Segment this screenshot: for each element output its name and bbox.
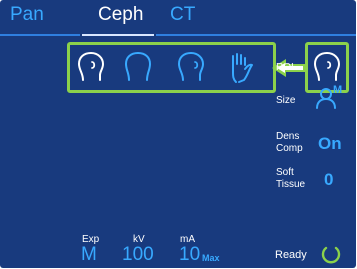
ready-status-label: Ready bbox=[275, 249, 307, 261]
mode-oblique-button[interactable] bbox=[174, 49, 208, 85]
dens-comp-value[interactable]: On bbox=[318, 134, 342, 154]
ceph-control-screen: Pan Ceph CT ROI Size M Dens Comp On Soft… bbox=[0, 0, 356, 268]
tab-ct[interactable]: CT bbox=[170, 3, 195, 27]
mode-pa-button[interactable] bbox=[121, 49, 155, 85]
mode-lateral-button[interactable] bbox=[74, 49, 108, 85]
head-lateral-icon bbox=[77, 51, 105, 81]
exp-value[interactable]: M bbox=[81, 244, 97, 266]
kv-value[interactable]: 100 bbox=[122, 244, 154, 266]
soft-tissue-value[interactable]: 0 bbox=[324, 170, 333, 190]
roi-button[interactable] bbox=[310, 49, 344, 85]
tab-ct-underline bbox=[156, 34, 356, 36]
dens-comp-label: Dens Comp bbox=[276, 131, 303, 154]
tab-pan[interactable]: Pan bbox=[10, 3, 44, 27]
hand-icon bbox=[232, 53, 253, 83]
head-pa-icon bbox=[124, 51, 152, 81]
head-roi-icon bbox=[313, 51, 341, 81]
size-label: Size bbox=[276, 95, 296, 106]
soft-tissue-label: Soft Tissue bbox=[276, 167, 306, 190]
size-value: M bbox=[333, 84, 343, 96]
tab-pan-underline bbox=[0, 34, 80, 36]
mode-tabs: Pan Ceph CT bbox=[0, 0, 356, 40]
mode-hand-button[interactable] bbox=[224, 49, 258, 85]
ma-value[interactable]: 10 bbox=[179, 244, 200, 266]
head-oblique-icon bbox=[177, 51, 205, 81]
roi-label: ROI bbox=[276, 62, 294, 73]
tab-ceph-underline bbox=[82, 34, 154, 36]
tab-ceph[interactable]: Ceph bbox=[98, 3, 143, 27]
ready-ring-icon bbox=[320, 244, 342, 266]
ma-max-suffix: Max bbox=[202, 253, 220, 263]
